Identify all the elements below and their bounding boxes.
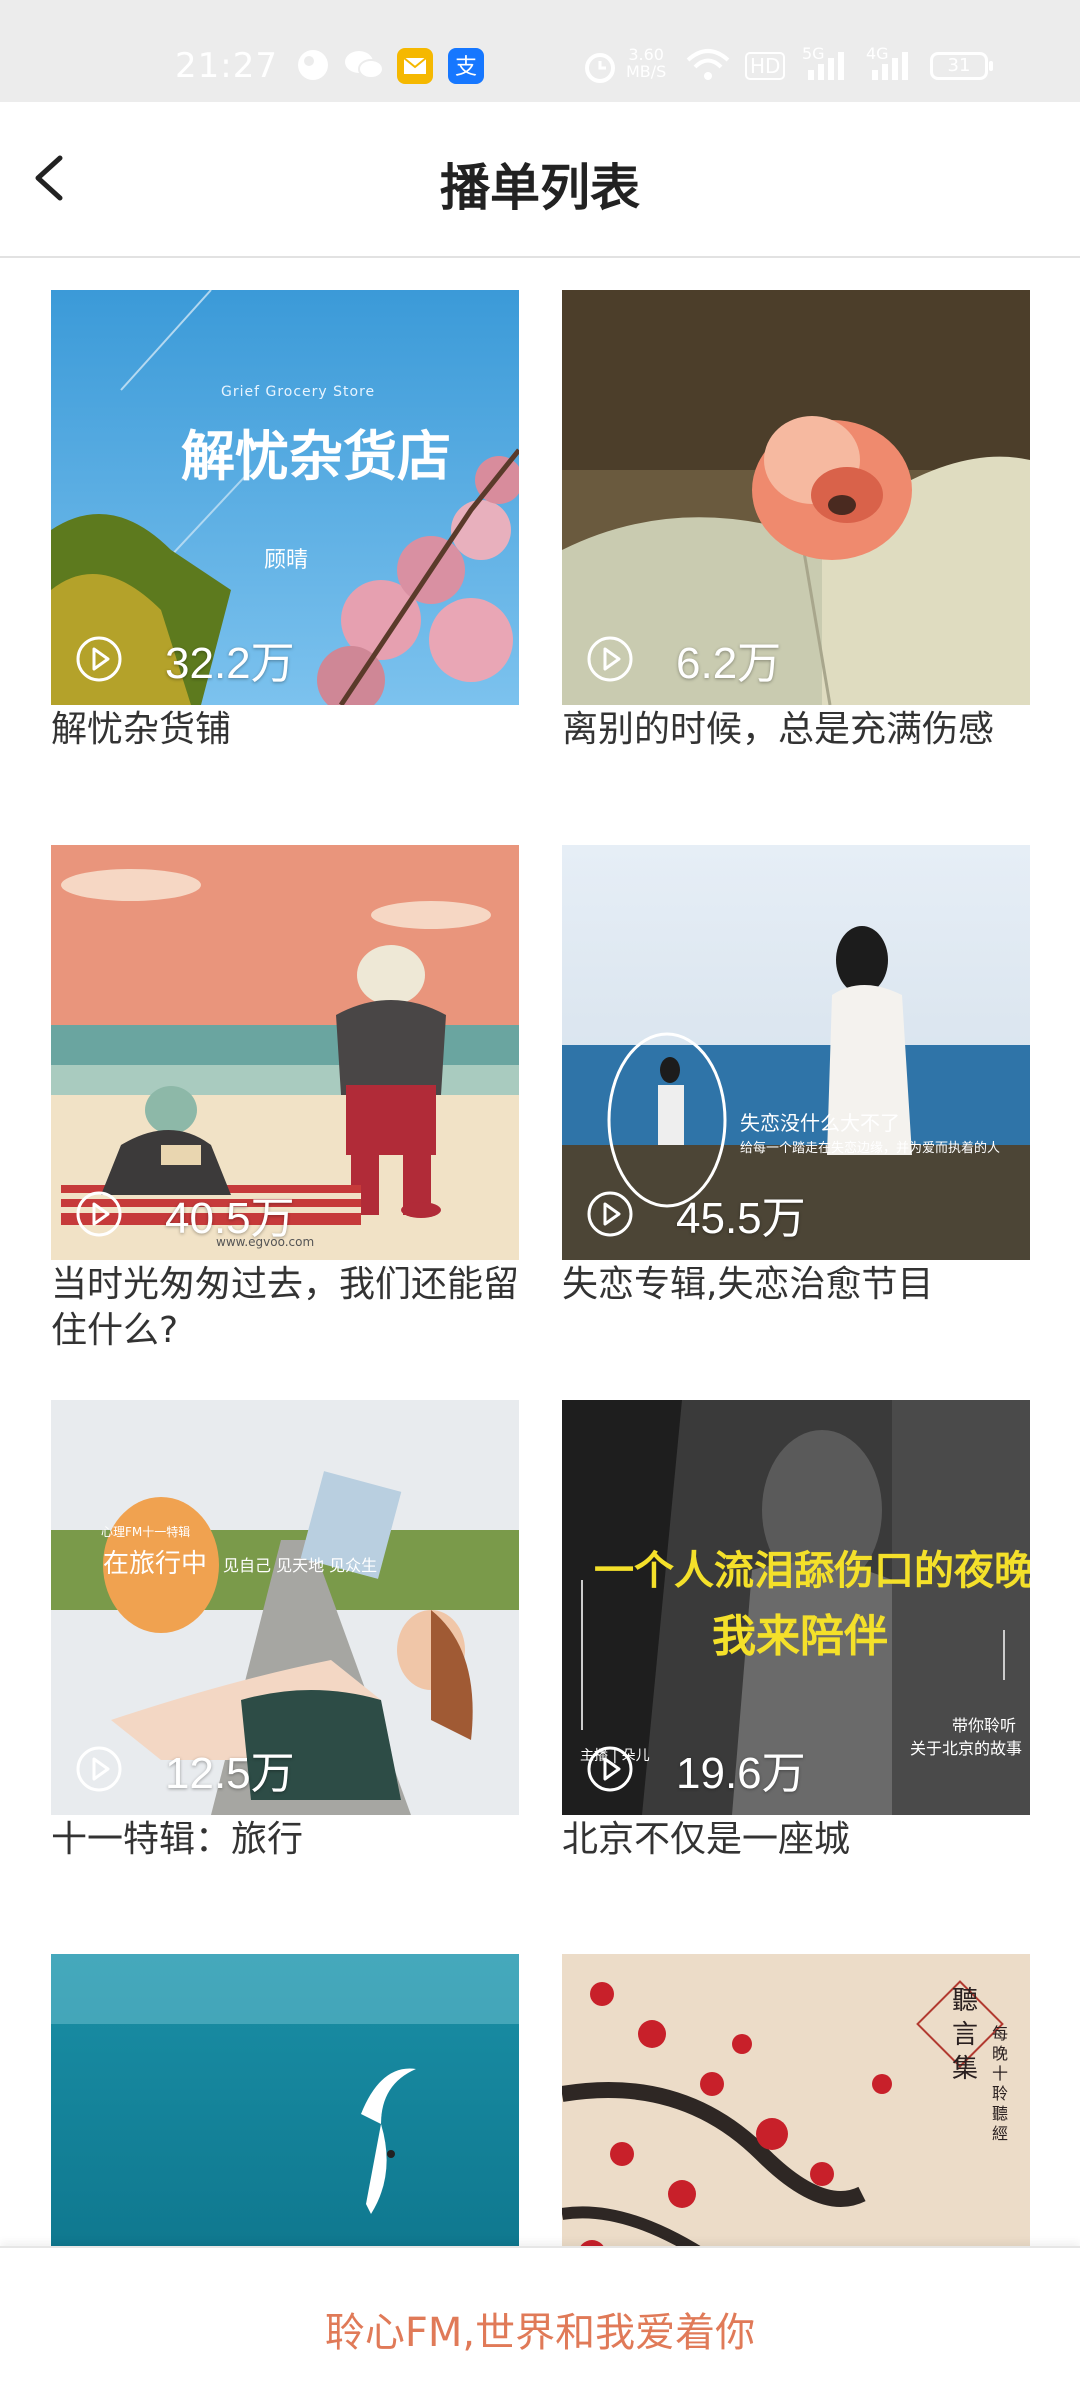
- play-icon: [76, 1746, 122, 1792]
- play-stats: 45.5万: [586, 1186, 806, 1243]
- network-speed: 3.60 MB/S: [626, 46, 666, 80]
- hd-badge: HD: [745, 52, 786, 80]
- cover-badge: 在旅行中: [103, 1549, 208, 1579]
- playlist-cover[interactable]: Grief Grocery Store 解忧杂货店 顾晴 32.2万: [51, 290, 519, 705]
- page-title: 播单列表: [440, 159, 640, 217]
- play-count: 40.5万: [165, 1194, 295, 1243]
- footer-slogan: 聆心FM,世界和我爱着你: [324, 2310, 756, 2356]
- cover-subtitle: 给每一个踏走在失恋边缘，并为爱而执着的人: [740, 1141, 1001, 1156]
- playlist-title[interactable]: 离别的时候，总是充满伤感: [562, 707, 1030, 753]
- playlist-title[interactable]: 当时光匆匆过去，我们还能留住什么?: [51, 1262, 519, 1354]
- playlist-cover[interactable]: 心理FM十一特辑 在旅行中 见自己 见天地 见众生 12.5万: [51, 1400, 519, 1815]
- play-count: 45.5万: [676, 1194, 806, 1243]
- playlist-cover[interactable]: 失恋没什么大不了 给每一个踏走在失恋边缘，并为爱而执着的人 45.5万: [562, 845, 1030, 1260]
- play-count: 19.6万: [676, 1749, 806, 1798]
- play-icon: [587, 636, 633, 682]
- play-count: 12.5万: [165, 1749, 295, 1798]
- playlist-title[interactable]: 十一特辑：旅行: [51, 1817, 519, 1863]
- play-icon: [587, 1191, 633, 1237]
- signal-4g-icon: [872, 52, 908, 80]
- cover-subtitle: Grief Grocery Store: [221, 384, 376, 400]
- playlist-card[interactable]: www.egvoo.com 40.5万 当时光匆匆过去，我们还能留住什么?: [51, 845, 519, 1354]
- playlist-card[interactable]: 6.2万 离别的时候，总是充满伤感: [562, 290, 1030, 753]
- cover-caption-1: 带你聆听: [952, 1716, 1017, 1735]
- network-speed-unit: MB/S: [626, 62, 667, 81]
- mail-app-icon: [397, 48, 433, 84]
- signal-5g-icon: [808, 52, 844, 80]
- play-stats: 19.6万: [586, 1741, 806, 1798]
- status-time: 21:27: [175, 46, 278, 86]
- wechat-icon: [345, 51, 384, 79]
- cover-subtitle: 每晚十 聆聽經: [992, 2024, 1009, 2143]
- play-stats: 32.2万: [75, 631, 295, 688]
- cover-title: 聽言集: [952, 1986, 979, 2084]
- playlist-cover[interactable]: www.egvoo.com 40.5万: [51, 845, 519, 1260]
- play-count: 6.2万: [676, 639, 782, 688]
- playlist-card[interactable]: Grief Grocery Store 解忧杂货店 顾晴 32.2万 解忧杂货铺: [51, 290, 519, 753]
- network-speed-value: 3.60: [628, 45, 664, 64]
- playlist-cover[interactable]: 6.2万: [562, 290, 1030, 705]
- playlist-card[interactable]: 一个人流泪舔伤口的夜晚 我来陪伴 带你聆听 关于北京的故事 主播 | 朵儿 19…: [562, 1400, 1030, 1863]
- app-header: 播单列表: [0, 102, 1080, 258]
- playlist-card[interactable]: 失恋没什么大不了 给每一个踏走在失恋边缘，并为爱而执着的人 45.5万 失恋专辑…: [562, 845, 1030, 1308]
- alipay-icon: 支: [448, 48, 484, 84]
- footer-bar: 聆心FM,世界和我爱着你: [0, 2246, 1080, 2402]
- browser-icon: [298, 50, 328, 80]
- play-stats: 12.5万: [75, 1741, 295, 1798]
- playlist-title[interactable]: 北京不仅是一座城: [562, 1817, 1030, 1863]
- cover-caption-2: 关于北京的故事: [910, 1739, 1023, 1758]
- cover-author: 顾晴: [264, 548, 309, 573]
- playlist-card[interactable]: 心理FM十一特辑 在旅行中 见自己 见天地 见众生 12.5万 十一特辑：旅行: [51, 1400, 519, 1863]
- play-icon: [76, 1191, 122, 1237]
- svg-text:支: 支: [455, 55, 477, 80]
- playlist-title[interactable]: 失恋专辑,失恋治愈节目: [562, 1262, 1030, 1308]
- cover-title: 失恋没什么大不了: [740, 1111, 900, 1135]
- alarm-icon: [585, 53, 615, 83]
- wifi-icon: [686, 49, 730, 80]
- cover-subtitle: 见自己 见天地 见众生: [223, 1556, 378, 1575]
- play-stats: 6.2万: [586, 631, 781, 688]
- play-icon: [587, 1746, 633, 1792]
- status-bar: 21:27 支 3.60 MB/S HD 5G 4G 31: [0, 0, 1080, 102]
- play-count: 32.2万: [165, 639, 295, 688]
- playlist-cover[interactable]: 一个人流泪舔伤口的夜晚 我来陪伴 带你聆听 关于北京的故事 主播 | 朵儿 19…: [562, 1400, 1030, 1815]
- cover-title-line1: 一个人流泪舔伤口的夜晚: [594, 1548, 1030, 1594]
- play-stats: 40.5万: [75, 1186, 295, 1243]
- cover-title: 解忧杂货店: [181, 425, 451, 488]
- playlist-title[interactable]: 解忧杂货铺: [51, 707, 519, 753]
- cover-badge-top: 心理FM十一特辑: [101, 1525, 191, 1539]
- battery-icon: 31: [930, 52, 993, 80]
- cover-title-line2: 我来陪伴: [712, 1611, 888, 1662]
- play-icon: [76, 636, 122, 682]
